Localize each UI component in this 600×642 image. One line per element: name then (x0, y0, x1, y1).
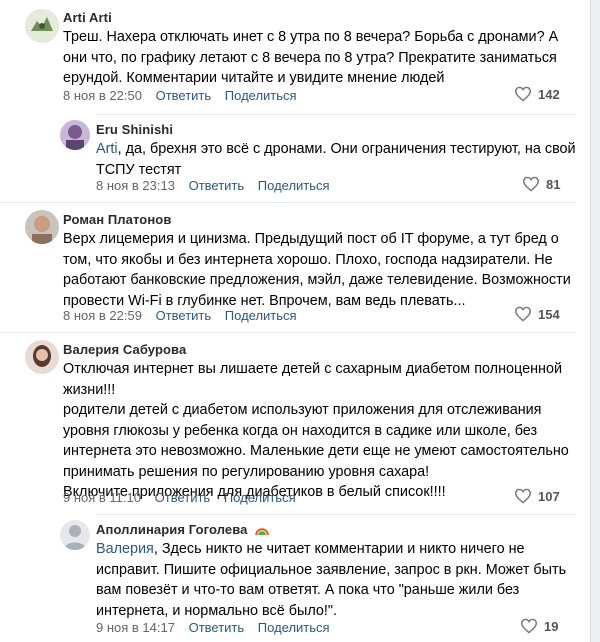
share-button[interactable]: Поделиться (258, 620, 330, 635)
comment-meta: 8 ноя в 23:13 Ответить Поделиться (96, 178, 340, 193)
scroll-edge (590, 0, 600, 642)
text-line: интернета, и нормально всё было!". (96, 602, 337, 619)
text-line: родители детей с диабетом используют при… (63, 402, 542, 418)
text-line: Отключая интернет вы лишаете детей с сах… (63, 361, 563, 377)
comment-meta: 8 ноя в 22:50 Ответить Поделиться (63, 88, 307, 103)
mention-link[interactable]: Arti (96, 141, 118, 157)
text-line: жизни!!! (63, 381, 116, 398)
reply-button[interactable]: Ответить (155, 490, 211, 505)
comment-author[interactable]: Роман Платонов (63, 212, 171, 227)
heart-icon (522, 176, 540, 192)
like-count: 142 (538, 86, 560, 102)
comment-author[interactable]: Eru Shinishi (96, 122, 173, 137)
comment-text: Отключая интернет вы лишаете детей с сах… (63, 359, 569, 503)
like-count: 107 (538, 488, 560, 504)
rainbow-icon (255, 527, 269, 535)
avatar[interactable] (25, 210, 59, 244)
comment-date[interactable]: 8 ноя в 23:13 (96, 178, 175, 193)
comment-author[interactable]: Arti Arti (63, 10, 112, 25)
comment-date[interactable]: 8 ноя в 22:50 (63, 88, 142, 103)
mention-link[interactable]: Валерия (96, 541, 154, 557)
author-name[interactable]: Аполлинария Гоголева (96, 522, 247, 537)
avatar[interactable] (25, 9, 59, 43)
reply-button[interactable]: Ответить (156, 308, 212, 323)
heart-icon (514, 86, 532, 102)
reply-button[interactable]: Ответить (156, 88, 212, 103)
heart-icon (520, 618, 538, 634)
reply-button[interactable]: Ответить (189, 178, 245, 193)
text-line: интернета это невозможно. Маленькие дети… (63, 443, 569, 459)
avatar[interactable] (60, 120, 90, 150)
text-line: вам повезёт и что-то вам ответят. А пока… (96, 582, 520, 598)
text-line: Верх лицемерия и цинизма. Предыдущий пос… (63, 231, 559, 247)
comment-author[interactable]: Валерия Сабурова (63, 342, 186, 357)
text-line: исправит. Пишите официальное заявление, … (96, 561, 567, 578)
heart-icon (514, 488, 532, 504)
like-button[interactable]: 142 (514, 86, 560, 102)
comment-meta: 9 ноя в 11:10 Ответить Поделиться (63, 490, 306, 505)
like-count: 19 (544, 618, 559, 634)
comment-author[interactable]: Аполлинария Гоголева (96, 522, 269, 537)
comment-date[interactable]: 9 ноя в 11:10 (63, 490, 141, 505)
comment-meta: 9 ноя в 14:17 Ответить Поделиться (96, 620, 340, 635)
comment-text: Треш. Нахера отключать инет с 8 утра по … (63, 27, 558, 89)
text-line: ерундой. Комментарии читайте и увидите м… (63, 70, 445, 86)
comment-date[interactable]: 9 ноя в 14:17 (96, 620, 175, 635)
like-count: 154 (538, 306, 560, 322)
share-button[interactable]: Поделиться (224, 490, 296, 505)
text-line: работают банковские предложения, мэйл, д… (63, 272, 571, 288)
text-line: уровня глюкозы у ребенка когда он находи… (63, 422, 538, 439)
like-button[interactable]: 81 (522, 176, 560, 192)
divider (96, 514, 576, 515)
divider (96, 114, 576, 115)
share-button[interactable]: Поделиться (225, 308, 297, 323)
avatar[interactable] (60, 520, 90, 550)
text-line: Треш. Нахера отключать инет с 8 утра по … (63, 29, 559, 45)
divider (0, 202, 576, 203)
comment-meta: 8 ноя в 22:59 Ответить Поделиться (63, 308, 307, 323)
comment-date[interactable]: 8 ноя в 22:59 (63, 308, 142, 323)
text-line: принимать решения по регулированию уровн… (63, 463, 430, 480)
like-button[interactable]: 154 (514, 306, 560, 322)
comment-text: Верх лицемерия и цинизма. Предыдущий пос… (63, 229, 571, 311)
heart-icon (514, 306, 532, 322)
comment-text: Валерия, Здесь никто не читает комментар… (96, 539, 566, 621)
share-button[interactable]: Поделиться (258, 178, 330, 193)
like-count: 81 (546, 176, 561, 192)
share-button[interactable]: Поделиться (225, 88, 297, 103)
text-line: ТСПУ тестят (96, 161, 182, 178)
avatar[interactable] (25, 340, 59, 374)
divider (0, 332, 576, 333)
like-button[interactable]: 19 (520, 618, 558, 634)
like-button[interactable]: 107 (514, 488, 560, 504)
reply-button[interactable]: Ответить (189, 620, 245, 635)
text-line: они что, по графику летают с 8 вечера по… (63, 49, 557, 66)
text-line: , да, брехня это всё с дронами. Они огра… (117, 141, 576, 157)
comment-text: Arti, да, брехня это всё с дронами. Они … (96, 139, 576, 180)
text-line: , Здесь никто не читает комментарии и ни… (153, 541, 525, 557)
text-line: том, что якобы и без интернета хорошо. П… (63, 251, 553, 268)
